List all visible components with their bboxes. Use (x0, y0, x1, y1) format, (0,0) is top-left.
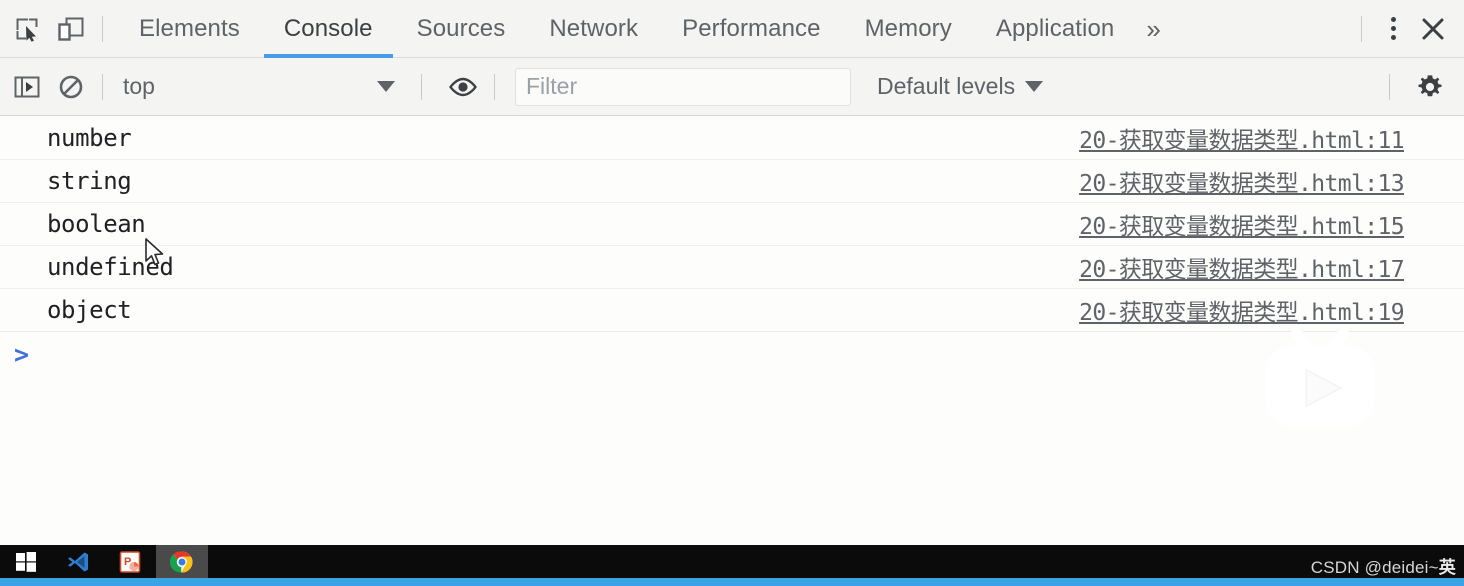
tab-memory[interactable]: Memory (843, 0, 974, 58)
device-toolbar-icon[interactable] (54, 12, 88, 46)
live-expression-icon[interactable] (446, 70, 480, 104)
more-tabs-icon[interactable]: » (1136, 0, 1174, 58)
tab-console-label: Console (283, 14, 373, 42)
settings-gear-icon[interactable] (1404, 67, 1456, 107)
console-message-source-link[interactable]: 20-获取变量数据类型.html:11 (1079, 121, 1405, 155)
tab-application-label: Application (995, 14, 1115, 42)
console-message-source-link[interactable]: 20-获取变量数据类型.html:13 (1079, 164, 1405, 198)
kebab-dot (1390, 35, 1396, 40)
csdn-watermark-suffix: 英 (1438, 558, 1456, 577)
more-tabs-glyph: » (1146, 13, 1161, 44)
close-icon[interactable] (1410, 9, 1456, 49)
execution-context-value: top (123, 73, 155, 99)
console-toolbar-divider (102, 73, 103, 100)
console-message-source-link[interactable]: 20-获取变量数据类型.html:17 (1079, 250, 1405, 284)
more-options-icon[interactable] (1376, 12, 1410, 46)
console-message-source-link[interactable]: 20-获取变量数据类型.html:19 (1079, 293, 1405, 327)
console-message-row[interactable]: number 20-获取变量数据类型.html:11 (0, 117, 1464, 160)
execution-context-selector[interactable]: top (117, 70, 407, 104)
panel-tabs: Elements Console Sources Network Perform… (117, 0, 1175, 58)
console-message-text: undefined (47, 253, 174, 281)
console-toolbar-divider-3 (494, 73, 495, 100)
start-button[interactable] (0, 545, 52, 578)
console-message-list[interactable]: number 20-获取变量数据类型.html:11 string 20-获取变… (0, 117, 1464, 545)
windows-taskbar: P (0, 545, 1464, 578)
tab-network[interactable]: Network (527, 0, 660, 58)
tab-elements-label: Elements (139, 14, 240, 42)
devtools-window: Elements Console Sources Network Perform… (0, 0, 1464, 586)
tab-console[interactable]: Console (262, 0, 395, 58)
csdn-watermark: CSDN @deidei~英 (1311, 553, 1456, 578)
console-message-source-link[interactable]: 20-获取变量数据类型.html:15 (1079, 207, 1405, 241)
console-prompt[interactable]: > (0, 332, 1464, 376)
tab-sources[interactable]: Sources (395, 0, 528, 58)
inspect-element-icon[interactable] (10, 12, 44, 46)
console-message-row[interactable]: string 20-获取变量数据类型.html:13 (0, 160, 1464, 203)
chrome-icon[interactable] (156, 545, 208, 578)
chevron-down-icon (377, 81, 395, 92)
tab-performance-label: Performance (682, 14, 821, 42)
prompt-chevron-icon: > (14, 339, 30, 369)
clear-console-icon[interactable] (54, 70, 88, 104)
powerpoint-icon[interactable]: P (104, 545, 156, 578)
console-message-row[interactable]: object 20-获取变量数据类型.html:19 (0, 289, 1464, 332)
tab-sources-label: Sources (416, 14, 506, 42)
tab-memory-label: Memory (864, 14, 952, 42)
vscode-icon[interactable] (52, 545, 104, 578)
console-message-text: string (47, 167, 132, 195)
console-toolbar-divider-2 (421, 73, 422, 100)
console-message-row[interactable]: undefined 20-获取变量数据类型.html:17 (0, 246, 1464, 289)
console-sidebar-icon[interactable] (10, 70, 44, 104)
chevron-down-icon (1025, 81, 1044, 92)
console-message-text: object (47, 296, 132, 324)
tab-application[interactable]: Application (974, 0, 1137, 58)
log-levels-selector[interactable]: Default levels (877, 73, 1044, 100)
tabbar-right-divider (1361, 15, 1362, 42)
console-message-text: boolean (47, 210, 146, 238)
log-levels-label: Default levels (877, 73, 1016, 99)
toolbar-divider (102, 15, 103, 42)
devtools-tabbar: Elements Console Sources Network Perform… (0, 0, 1464, 58)
console-toolbar-divider-4 (1389, 73, 1390, 100)
csdn-watermark-prefix: CSDN @deidei~ (1310, 558, 1439, 577)
kebab-dot (1390, 26, 1396, 31)
kebab-dot (1390, 17, 1396, 22)
tab-performance[interactable]: Performance (660, 0, 843, 58)
console-message-row[interactable]: boolean 20-获取变量数据类型.html:15 (0, 203, 1464, 246)
tab-network-label: Network (549, 14, 639, 42)
filter-input[interactable] (515, 67, 851, 106)
tab-elements[interactable]: Elements (117, 0, 262, 58)
console-toolbar: top Default levels (0, 58, 1464, 116)
taskbar-accent-strip (0, 578, 1464, 586)
console-message-text: number (47, 124, 132, 152)
